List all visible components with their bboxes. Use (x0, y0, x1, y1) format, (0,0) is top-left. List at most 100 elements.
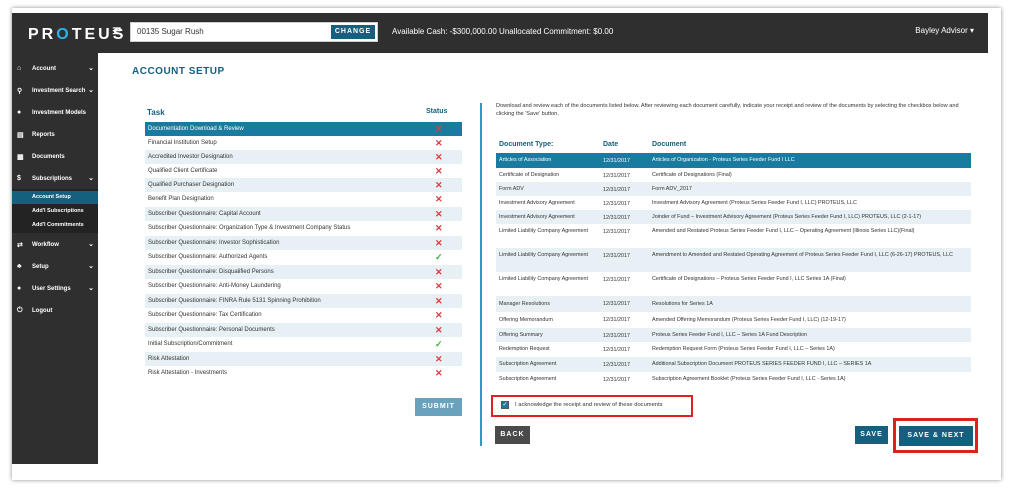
status-x-icon: ✕ (435, 281, 443, 291)
account-selector[interactable]: 00135 Sugar Rush CHANGE (130, 22, 378, 42)
document-link[interactable]: Certificate of Designations (Final) (652, 171, 970, 180)
document-row[interactable]: Certificate of Designation 12/31/2017 Cert… (496, 168, 971, 182)
status-x-icon: ✕ (435, 166, 443, 176)
document-row[interactable]: Manager Resolutions 12/31/2017 Resolutions… (496, 296, 971, 312)
sidebar-item-investment-search[interactable]: ⚲ Investment Search ⌄ (12, 81, 98, 101)
status-x-icon: ✕ (435, 223, 443, 233)
document-link[interactable]: Form ADV_2017 (652, 185, 970, 194)
user-menu[interactable]: Bayley Advisor ▾ (915, 26, 974, 35)
document-row[interactable]: Offering Summary 12/31/2017 Proteus Series… (496, 328, 971, 342)
document-row[interactable]: Limited Liability Company Agreement 12/31… (496, 248, 971, 272)
document-row[interactable]: Limited Liability Company Agreement 12/31… (496, 272, 971, 296)
sidebar-item-workflow[interactable]: ⇄ Workflow ⌄ (12, 235, 98, 255)
sidebar-subitem-account-setup[interactable]: Account Setup (12, 191, 98, 204)
task-row[interactable]: Qualified Purchaser Designation ✕ (145, 178, 462, 192)
document-link[interactable]: Amended and Restated Proteus Series Feed… (652, 227, 970, 236)
save-and-next-button[interactable]: SAVE & NEXT (899, 426, 973, 446)
document-link[interactable]: Joinder of Fund – Investment Advisory Ag… (652, 213, 970, 222)
status-x-icon: ✕ (435, 267, 443, 277)
sidebar: ⌂ Account ⌄ ⚲ Investment Search ⌄ ● Investmen… (12, 53, 98, 464)
document-row[interactable]: Offering Memorandum 12/31/2017 Amended Off… (496, 312, 971, 328)
submit-button[interactable]: SUBMIT (415, 398, 462, 416)
chevron-down-icon: ⌄ (88, 285, 94, 292)
task-row[interactable]: Financial Institution Setup ✕ (145, 136, 462, 150)
back-button[interactable]: BACK (495, 426, 530, 444)
sidebar-item-subscriptions[interactable]: $ Subscriptions ⌄ (12, 169, 98, 189)
task-row[interactable]: Risk Attestation ✕ (145, 352, 462, 366)
chevron-down-icon: ⌄ (88, 263, 94, 270)
chevron-down-icon: ⌄ (88, 175, 94, 182)
hamburger-menu-icon[interactable]: ≡ (112, 23, 121, 41)
status-x-icon: ✕ (435, 238, 443, 248)
top-bar: PROTEUS ≡ 00135 Sugar Rush CHANGE Availa… (12, 13, 988, 53)
status-x-icon: ✕ (435, 354, 443, 364)
chevron-down-icon: ⌄ (88, 65, 94, 72)
document-type-header: Document Type: (499, 141, 554, 148)
document-link[interactable]: Investment Advisory Agreement (Proteus S… (652, 199, 970, 208)
document-row[interactable]: Investment Advisory Agreement 12/31/2017 J… (496, 210, 971, 224)
status-column-header: Status (426, 108, 448, 115)
house-icon: ⌂ (17, 65, 22, 72)
task-row[interactable]: Subscriber Questionnaire: Disqualified P… (145, 265, 462, 279)
task-row[interactable]: Documentation Download & Review ✕ (145, 122, 462, 136)
status-check-icon: ✓ (435, 252, 443, 262)
task-row[interactable]: Subscriber Questionnaire: Tax Certificat… (145, 308, 462, 322)
sidebar-item-logout[interactable]: ⏻ Logout (12, 301, 98, 321)
document-row[interactable]: Articles of Association 12/31/2017 Article… (496, 153, 971, 168)
document-row[interactable]: Subscription Agreement 12/31/2017 Subscrip… (496, 372, 971, 387)
status-x-icon: ✕ (435, 325, 443, 335)
document-row[interactable]: Redemption Request 12/31/2017 Redemption R… (496, 342, 971, 357)
task-row[interactable]: Subscriber Questionnaire: Personal Docum… (145, 323, 462, 337)
document-link[interactable]: Additional Subscription Document PROTEUS… (652, 360, 970, 369)
task-row[interactable]: Accredited Investor Designation ✕ (145, 150, 462, 164)
document-header: Document (652, 141, 687, 148)
task-row[interactable]: Subscriber Questionnaire: Investor Sophi… (145, 236, 462, 250)
document-row[interactable]: Form ADV 12/31/2017 Form ADV_2017 (496, 182, 971, 196)
task-column-header: Task (147, 108, 165, 117)
task-row[interactable]: Benefit Plan Designation ✕ (145, 192, 462, 206)
task-row[interactable]: Subscriber Questionnaire: Authorized Age… (145, 250, 462, 264)
documents-icon: ▦ (17, 154, 24, 161)
task-row[interactable]: Subscriber Questionnaire: Anti-Money Lau… (145, 279, 462, 293)
task-row[interactable]: Subscriber Questionnaire: FINRA Rule 513… (145, 294, 462, 308)
sidebar-item-reports[interactable]: ▤ Reports (12, 125, 98, 145)
sidebar-item-account[interactable]: ⌂ Account ⌄ (12, 59, 98, 79)
sidebar-subitem-addl-commitments[interactable]: Add'l Commitments (12, 219, 98, 232)
task-row[interactable]: Risk Attestation - Investments ✕ (145, 366, 462, 380)
document-link[interactable]: Subscription Agreement Booklet (Proteus … (652, 375, 970, 384)
workflow-icon: ⇄ (17, 242, 23, 249)
sidebar-item-setup[interactable]: ♣ Setup ⌄ (12, 257, 98, 277)
subscriptions-icon: $ (17, 175, 21, 182)
document-link[interactable]: Amendment to Amended and Restated Operat… (652, 251, 970, 260)
status-check-icon: ✓ (435, 339, 443, 349)
document-link[interactable]: Certificate of Designations – Proteus Se… (652, 275, 970, 284)
document-link[interactable]: Resolutions for Series 1A (652, 300, 970, 309)
account-name: 00135 Sugar Rush (137, 27, 204, 36)
acknowledge-checkbox[interactable]: ✓ (501, 401, 509, 409)
document-link[interactable]: Amended Offering Memorandum (Proteus Ser… (652, 316, 970, 325)
date-header: Date (603, 141, 619, 148)
document-link[interactable]: Proteus Series Feeder Fund I, LLC – Seri… (652, 331, 970, 340)
document-row[interactable]: Investment Advisory Agreement 12/31/2017 I… (496, 196, 971, 210)
save-button[interactable]: SAVE (855, 426, 888, 444)
change-account-button[interactable]: CHANGE (331, 25, 375, 39)
document-link[interactable]: Redemption Request Form (Proteus Series … (652, 345, 970, 354)
status-x-icon: ✕ (435, 368, 443, 378)
sidebar-item-user-settings[interactable]: ● User Settings ⌄ (12, 279, 98, 299)
task-row[interactable]: Qualified Client Certificate ✕ (145, 164, 462, 178)
document-row[interactable]: Limited Liability Company Agreement 12/31… (496, 224, 971, 248)
status-x-icon: ✕ (435, 180, 443, 190)
task-row[interactable]: Initial Subscription/Commitment ✓ (145, 337, 462, 351)
sidebar-item-investment-models[interactable]: ● Investment Models (12, 103, 98, 123)
panel-divider (480, 103, 482, 446)
cash-summary: Available Cash: -$300,000.00 Unallocated… (392, 27, 614, 36)
document-link[interactable]: Articles of Organization - Proteus Serie… (652, 156, 970, 165)
document-row[interactable]: Subscription Agreement 12/31/2017 Addition… (496, 357, 971, 372)
status-x-icon: ✕ (435, 296, 443, 306)
user-settings-icon: ● (17, 285, 22, 292)
sidebar-subitem-addl-subscriptions[interactable]: Add'l Subscriptions (12, 205, 98, 218)
task-row[interactable]: Subscriber Questionnaire: Organization T… (145, 221, 462, 235)
models-icon: ● (17, 109, 22, 116)
task-row[interactable]: Subscriber Questionnaire: Capital Accoun… (145, 207, 462, 221)
sidebar-item-documents[interactable]: ▦ Documents (12, 147, 98, 167)
